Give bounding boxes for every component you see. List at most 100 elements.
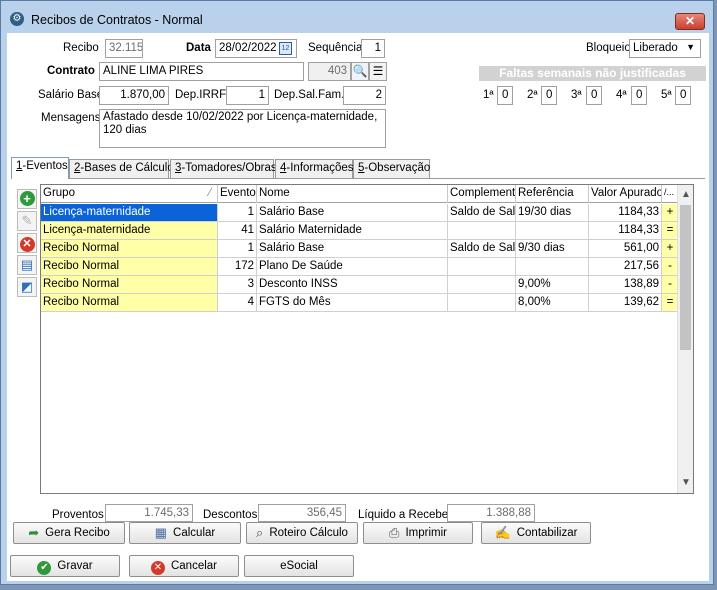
cell-complemento[interactable] <box>448 222 516 240</box>
tab-tomadores-obras[interactable]: 3-Tomadores/Obras <box>170 159 277 178</box>
cell-nome[interactable]: Salário Base <box>257 240 448 258</box>
cell-valor[interactable]: 139,62 <box>589 294 662 312</box>
tab-bases-label: -Bases de Cálculo <box>80 162 174 174</box>
cell-grupo[interactable]: Recibo Normal <box>41 276 218 294</box>
cell-complemento[interactable] <box>448 276 516 294</box>
cell-complemento[interactable]: Saldo de Salário <box>448 204 516 222</box>
table-row[interactable]: Recibo Normal 172 Plano De Saúde 217,56- <box>41 258 679 276</box>
descontos-field[interactable]: 356,45 <box>258 504 346 522</box>
calendar-icon[interactable]: 12 <box>279 42 292 55</box>
cell-grupo[interactable]: Recibo Normal <box>41 258 218 276</box>
tab-informacoes[interactable]: 4-Informações <box>275 159 354 178</box>
cell-referencia[interactable]: 19/30 dias <box>516 204 589 222</box>
table-row[interactable]: Licença-maternidade 41 Salário Maternidade… <box>41 222 679 240</box>
contabilizar-button[interactable]: ✍ Contabilizar <box>481 522 591 544</box>
vertical-scrollbar[interactable]: ▲ ▼ <box>677 185 693 493</box>
cell-nome[interactable]: Desconto INSS <box>257 276 448 294</box>
tab-tomadores-label: -Tomadores/Obras <box>181 162 277 174</box>
roteiro-calculo-button[interactable]: ⌕ Roteiro Cálculo <box>246 522 358 544</box>
depirrf-field[interactable]: 1 <box>226 86 269 105</box>
col-header-complemento[interactable]: Complemento <box>448 185 516 203</box>
scroll-up-icon[interactable]: ▲ <box>678 187 693 203</box>
recibo-label: Recibo <box>63 42 99 54</box>
scroll-down-icon[interactable]: ▼ <box>678 475 693 491</box>
cell-valor[interactable]: 138,89 <box>589 276 662 294</box>
cell-valor[interactable]: 217,56 <box>589 258 662 276</box>
cell-valor[interactable]: 1184,33 <box>589 204 662 222</box>
cell-nome[interactable]: Plano De Saúde <box>257 258 448 276</box>
faltas-week-2-field[interactable]: 0 <box>541 86 557 105</box>
proventos-field[interactable]: 1.745,33 <box>105 504 193 522</box>
cell-referencia[interactable]: 9/30 dias <box>516 240 589 258</box>
bloqueio-select[interactable]: Liberado ▼ <box>629 39 701 58</box>
cancelar-button[interactable]: ✕ Cancelar <box>129 555 239 577</box>
col-header-nome[interactable]: Nome <box>257 185 448 203</box>
col-header-grupo[interactable]: Grupo ⁄ <box>41 185 218 203</box>
tab-eventos[interactable]: 1-Eventos <box>11 157 69 179</box>
contrato-code-field[interactable]: 403 <box>308 62 351 81</box>
salario-field[interactable]: 1.870,00 <box>99 86 169 105</box>
gravar-button[interactable]: ✔ Gravar <box>10 555 120 577</box>
cell-nome[interactable]: Salário Maternidade <box>257 222 448 240</box>
title-bar[interactable]: ⚙ Recibos de Contratos - Normal ✕ <box>1 1 713 33</box>
table-row[interactable]: Licença-maternidade 1 Salário Base Saldo de… <box>41 204 679 222</box>
cell-complemento[interactable] <box>448 258 516 276</box>
table-row[interactable]: Recibo Normal 4 FGTS do Mês 8,00% 139,62 = <box>41 294 679 312</box>
recibo-field[interactable]: 32.115 <box>105 39 143 58</box>
cell-grupo[interactable]: Recibo Normal <box>41 240 218 258</box>
search-icon[interactable]: 🔍 <box>351 62 369 81</box>
imprimir-label: Imprimir <box>405 527 447 539</box>
cell-grupo[interactable]: Licença-maternidade <box>41 204 218 222</box>
liquido-field[interactable]: 1.388,88 <box>447 504 535 522</box>
faltas-week-1-field[interactable]: 0 <box>497 86 513 105</box>
cell-evento[interactable]: 1 <box>218 204 257 222</box>
close-button[interactable]: ✕ <box>675 13 705 30</box>
gera-recibo-button[interactable]: ➦ Gera Recibo <box>13 522 125 544</box>
calcular-button[interactable]: ▦ Calcular <box>129 522 241 544</box>
cell-referencia[interactable] <box>516 258 589 276</box>
contrato-name-field[interactable]: ALINE LIMA PIRES <box>99 62 304 81</box>
columns-icon[interactable]: ▤ <box>17 255 37 275</box>
faltas-week-5-field[interactable]: 0 <box>675 86 691 105</box>
imprimir-button[interactable]: ⎙ Imprimir <box>363 522 473 544</box>
cell-evento[interactable]: 4 <box>218 294 257 312</box>
list-icon[interactable]: ☰ <box>369 62 387 81</box>
cell-evento[interactable]: 1 <box>218 240 257 258</box>
table-row[interactable]: Recibo Normal 3 Desconto INSS 9,00% 138,89- <box>41 276 679 294</box>
col-header-valor[interactable]: Valor Apurado <box>589 185 662 203</box>
faltas-week-4-field[interactable]: 0 <box>631 86 647 105</box>
salario-label: Salário Base <box>38 89 104 101</box>
tab-bases-calculo[interactable]: 2-Bases de Cálculo <box>69 159 174 178</box>
gera-recibo-label: Gera Recibo <box>45 527 110 539</box>
cell-evento[interactable]: 3 <box>218 276 257 294</box>
cell-evento[interactable]: 172 <box>218 258 257 276</box>
mensagens-line-2: 120 dias <box>103 124 147 136</box>
add-icon[interactable]: + <box>17 189 37 209</box>
customize-icon[interactable]: ◩ <box>17 277 37 297</box>
cell-referencia[interactable] <box>516 222 589 240</box>
esocial-button[interactable]: eSocial <box>244 555 354 577</box>
cell-referencia[interactable]: 9,00% <box>516 276 589 294</box>
faltas-week-3-field[interactable]: 0 <box>586 86 602 105</box>
col-header-evento[interactable]: Evento <box>218 185 257 203</box>
table-row[interactable]: Recibo Normal1Salário BaseSaldo de Salár… <box>41 240 679 258</box>
mensagens-textarea[interactable]: Afastado desde 10/02/2022 por Licença-ma… <box>99 109 386 148</box>
edit-icon[interactable]: ✎ <box>17 211 37 231</box>
delete-icon[interactable]: ✕ <box>17 233 37 253</box>
cell-nome[interactable]: Salário Base <box>257 204 448 222</box>
cell-complemento[interactable] <box>448 294 516 312</box>
cell-grupo[interactable]: Recibo Normal <box>41 294 218 312</box>
cell-evento[interactable]: 41 <box>218 222 257 240</box>
cell-valor[interactable]: 561,00 <box>589 240 662 258</box>
tab-observacao[interactable]: 5-Observação <box>353 159 430 178</box>
liquido-label: Líquido a Receber <box>358 509 452 521</box>
cell-referencia[interactable]: 8,00% <box>516 294 589 312</box>
scroll-thumb[interactable] <box>680 205 691 350</box>
cell-complemento[interactable]: Saldo de Salário <box>448 240 516 258</box>
cell-valor[interactable]: 1184,33 <box>589 222 662 240</box>
cell-nome[interactable]: FGTS do Mês <box>257 294 448 312</box>
cell-grupo[interactable]: Licença-maternidade <box>41 222 218 240</box>
sequencia-field[interactable]: 1 <box>361 39 385 58</box>
depsalfam-field[interactable]: 2 <box>343 86 386 105</box>
col-header-referencia[interactable]: Referência <box>516 185 589 203</box>
